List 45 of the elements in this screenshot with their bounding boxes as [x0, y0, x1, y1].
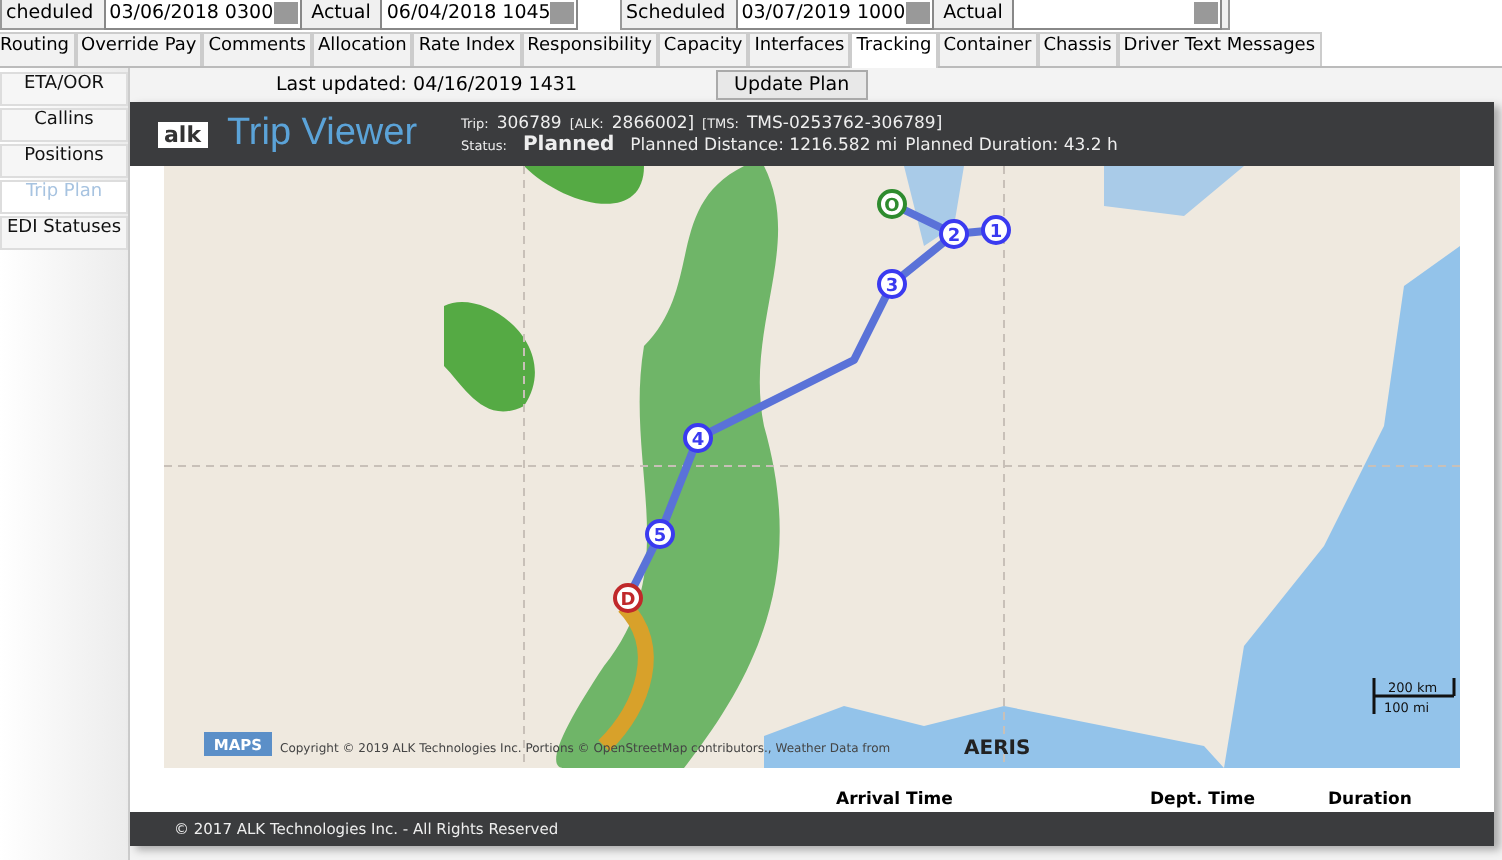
logo: alk	[158, 121, 208, 147]
tab[interactable]: Tracking	[850, 32, 938, 72]
field-label: Actual	[309, 1, 373, 23]
tab[interactable]: Chassis	[1037, 32, 1118, 66]
tab[interactable]: Rate Index	[412, 32, 522, 66]
column-header: Arrival Time	[836, 790, 955, 810]
column-header: Duration	[1328, 790, 1414, 810]
date-field[interactable]	[1012, 0, 1222, 29]
date-field[interactable]: 06/04/2018 1045	[380, 0, 579, 29]
status-text: Planned	[522, 133, 615, 155]
tab[interactable]: Override Pay	[75, 32, 203, 66]
sidebar-item[interactable]: ETA/OOR	[0, 72, 128, 106]
tab[interactable]: Allocation	[311, 32, 413, 66]
stop-marker[interactable]: O	[877, 189, 907, 219]
distance-text: Planned Distance: 1216.582 mi	[630, 135, 898, 155]
date-field[interactable]: 03/07/2019 1000	[735, 0, 934, 29]
tab[interactable]: Interfaces	[748, 32, 851, 66]
stop-marker[interactable]: D	[613, 583, 643, 613]
alk-number: 2866002]	[611, 113, 695, 133]
stop-marker[interactable]: 5	[645, 519, 675, 549]
date-field[interactable]: 03/06/2018 0300	[103, 0, 302, 29]
column-header: Dept. Time	[1150, 790, 1257, 810]
tab[interactable]: Responsibility	[521, 32, 658, 66]
sidebar-item[interactable]: Positions	[0, 144, 128, 178]
sidebar-item[interactable]: Callins	[0, 108, 128, 142]
weather-logo: AERIS	[964, 738, 1031, 760]
tab[interactable]: Comments	[202, 32, 312, 66]
tab[interactable]: Capacity	[657, 32, 749, 66]
tab[interactable]: Driver Text Messages	[1117, 32, 1322, 66]
sidebar-item[interactable]: EDI Statuses	[0, 216, 128, 250]
tab[interactable]: Routing	[0, 32, 76, 66]
stop-marker[interactable]: 4	[683, 423, 713, 453]
field-label: Actual	[941, 1, 1005, 23]
trip-number: 306789	[496, 113, 562, 133]
tab[interactable]: Container	[937, 32, 1038, 66]
update-plan-button[interactable]: Update Plan	[716, 70, 868, 100]
stop-marker[interactable]: 3	[877, 269, 907, 299]
field-label: Scheduled	[624, 1, 728, 23]
last-updated-text: Last updated: 04/16/2019 1431	[276, 74, 579, 96]
tms-number: TMS-0253762-306789]	[746, 113, 943, 133]
duration-text: Planned Duration: 43.2 h	[905, 135, 1118, 155]
field-label: cheduled	[4, 1, 96, 23]
stop-marker[interactable]: 1	[981, 215, 1011, 245]
stop-marker[interactable]: 2	[939, 219, 969, 249]
viewer-title: Trip Viewer	[227, 112, 418, 156]
